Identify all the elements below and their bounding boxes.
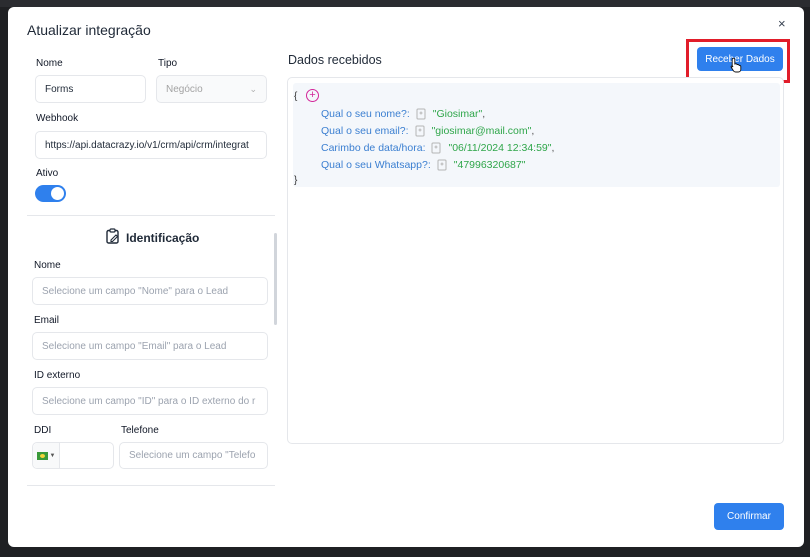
json-row: Qual o seu nome?: "Giosimar",	[321, 108, 486, 120]
json-value: "06/11/2024 12:34:59"	[448, 142, 552, 154]
add-circle-icon[interactable]: +	[306, 89, 319, 102]
ativo-toggle[interactable]	[35, 185, 66, 202]
divider	[27, 215, 275, 216]
ddi-label: DDI	[34, 425, 52, 436]
json-close-brace: }	[294, 175, 298, 186]
hand-cursor-icon	[730, 57, 742, 78]
json-row: Carimbo de data/hora: "06/11/2024 12:34:…	[321, 142, 555, 154]
json-key[interactable]: Qual o seu Whatsapp?	[321, 159, 428, 171]
json-preview: { + Qual o seu nome?: "Giosimar", Qual o…	[293, 83, 780, 187]
telefone-label: Telefone	[121, 425, 159, 436]
identificacao-heading: Identificação	[106, 228, 199, 247]
webhook-label: Webhook	[36, 113, 79, 124]
json-key[interactable]: Qual o seu email?	[321, 125, 406, 137]
json-row: Qual o seu email?: "giosimar@mail.com",	[321, 125, 535, 137]
id-externo-field[interactable]: Selecione um campo "ID" para o ID extern…	[32, 387, 268, 415]
id-externo-label: ID externo	[34, 370, 81, 381]
ativo-label: Ativo	[36, 168, 59, 179]
close-icon[interactable]: ×	[778, 16, 786, 31]
lead-email-field[interactable]: Selecione um campo "Email" para o Lead	[32, 332, 268, 360]
clipboard-edit-icon	[106, 228, 120, 247]
json-row: Qual o seu Whatsapp?: "47996320687"	[321, 159, 526, 171]
json-value: "Giosimar"	[432, 108, 483, 120]
copy-icon[interactable]	[437, 159, 448, 171]
tipo-select[interactable]: Negócio ⌄	[156, 75, 267, 103]
lead-nome-label: Nome	[34, 260, 61, 271]
identificacao-title: Identificação	[126, 230, 200, 245]
webhook-input[interactable]: https://api.datacrazy.io/v1/crm/api/crm/…	[35, 131, 267, 159]
copy-icon[interactable]	[431, 142, 442, 154]
telefone-field[interactable]: Selecione um campo "Telefo	[119, 442, 268, 469]
json-key[interactable]: Carimbo de data/hora	[321, 142, 423, 154]
scrollbar[interactable]	[274, 233, 277, 325]
tipo-value: Negócio	[166, 83, 203, 95]
caret-down-icon: ▼	[49, 452, 56, 459]
toggle-knob	[51, 187, 64, 200]
json-open-brace: {	[294, 91, 298, 102]
country-selector[interactable]: ▼	[33, 443, 60, 468]
copy-icon[interactable]	[415, 125, 426, 137]
divider	[27, 485, 275, 486]
dados-recebidos-panel: { + Qual o seu nome?: "Giosimar", Qual o…	[287, 77, 784, 444]
json-value: "giosimar@mail.com"	[431, 125, 532, 137]
brazil-flag-icon	[36, 451, 48, 460]
json-value: "47996320687"	[453, 159, 526, 171]
nome-label: Nome	[36, 58, 63, 69]
chevron-down-icon: ⌄	[249, 83, 257, 94]
dados-recebidos-title: Dados recebidos	[288, 53, 382, 67]
ddi-field[interactable]: ▼	[32, 442, 114, 469]
lead-nome-field[interactable]: Selecione um campo "Nome" para o Lead	[32, 277, 268, 305]
tipo-label: Tipo	[158, 58, 178, 69]
modal-title: Atualizar integração	[27, 22, 151, 38]
lead-email-label: Email	[34, 315, 60, 326]
confirm-button[interactable]: Confirmar	[714, 503, 784, 530]
nome-input[interactable]: Forms	[35, 75, 146, 103]
json-key[interactable]: Qual o seu nome?	[321, 108, 407, 120]
background-strip	[0, 0, 810, 7]
update-integration-modal: Atualizar integração × Nome Forms Tipo N…	[8, 7, 804, 547]
copy-icon[interactable]	[416, 108, 427, 120]
